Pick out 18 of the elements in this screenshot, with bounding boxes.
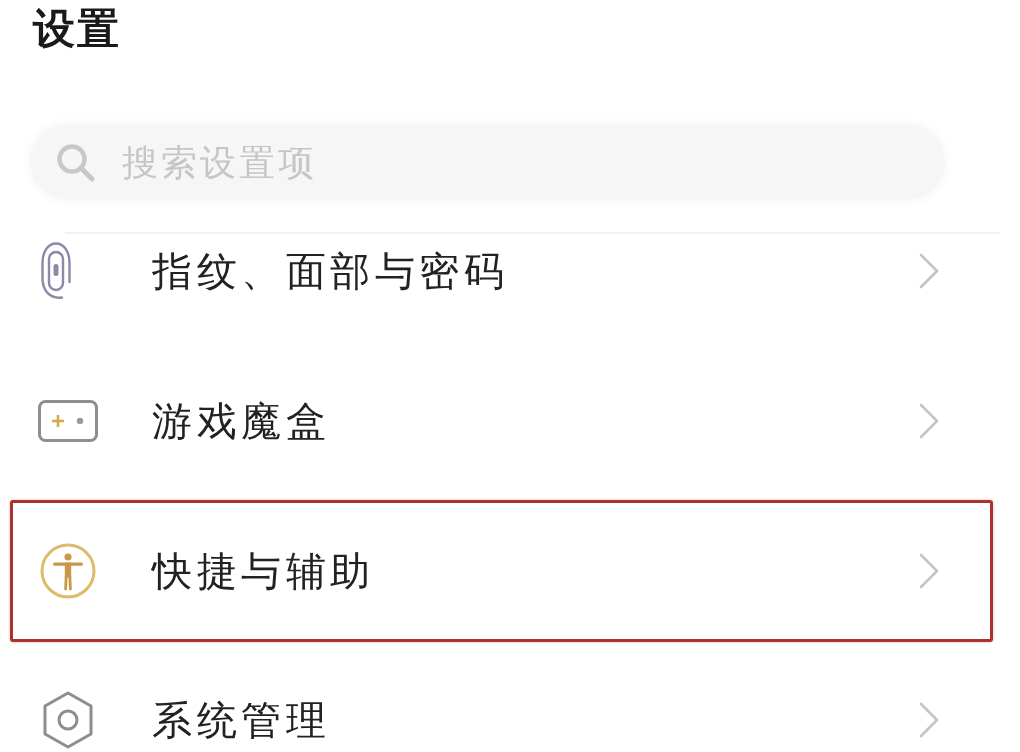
fingerprint-icon (41, 242, 71, 300)
settings-label: 游戏魔盒 (152, 397, 330, 445)
settings-label: 快捷与辅助 (152, 547, 375, 595)
settings-row[interactable]: 快捷与辅助 (10, 500, 993, 642)
hexagon-icon (42, 691, 94, 749)
chevron-right-icon (918, 702, 940, 738)
chevron-right-icon (918, 403, 940, 439)
accessibility-icon (40, 542, 96, 600)
settings-row[interactable]: 游戏魔盒 (10, 350, 993, 492)
search-icon (55, 142, 95, 182)
page-title: 设置 (33, 3, 121, 55)
chevron-right-icon (918, 253, 940, 289)
chevron-right-icon (918, 553, 940, 589)
settings-label: 指纹、面部与密码 (152, 247, 508, 295)
settings-row[interactable]: 指纹、面部与密码 (10, 200, 993, 342)
settings-label: 系统管理 (152, 696, 330, 744)
game-box-icon (38, 400, 98, 442)
settings-row[interactable]: 系统管理 (10, 650, 993, 752)
